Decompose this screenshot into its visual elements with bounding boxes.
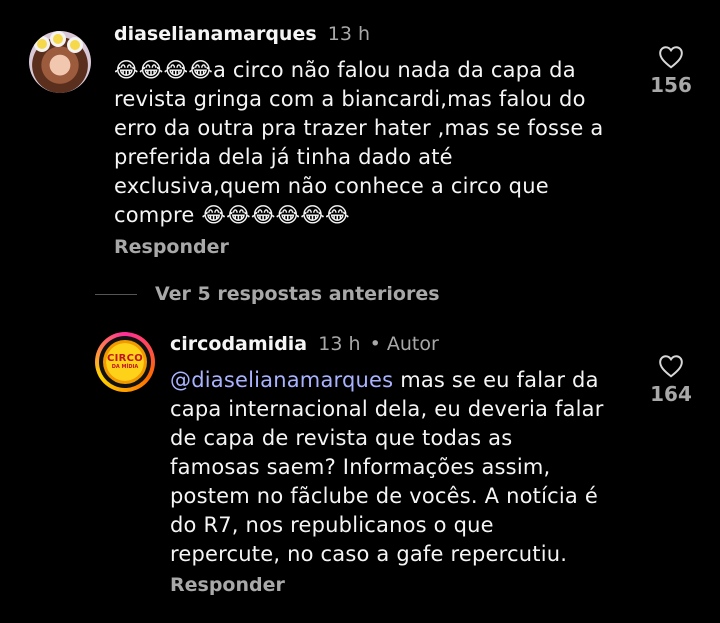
heart-outline-icon[interactable] — [650, 354, 692, 378]
comment-line: de capa de revista que todas as — [170, 426, 513, 450]
avatar[interactable] — [29, 31, 91, 93]
divider — [95, 293, 137, 295]
circo-logo: CIRCO DA MÍDIA — [103, 340, 147, 384]
comment-line: do R7, nos republicanos o que — [170, 513, 494, 537]
username[interactable]: circodamidia — [170, 333, 307, 355]
flower-decoration — [70, 40, 80, 50]
avatar-inner: CIRCO DA MÍDIA — [99, 336, 151, 388]
avatar[interactable]: CIRCO DA MÍDIA — [95, 332, 155, 392]
like-group: 164 — [650, 354, 692, 406]
like-count: 164 — [650, 382, 692, 406]
view-replies-label[interactable]: Ver 5 respostas anteriores — [155, 283, 440, 305]
heart-outline-icon[interactable] — [650, 45, 692, 69]
timestamp: 13 h — [327, 23, 370, 45]
reply-button[interactable]: Responder — [114, 236, 229, 258]
flower-decoration — [37, 39, 47, 49]
comment-line: @diaselianamarques mas se eu falar da — [170, 366, 604, 395]
author-tag: • Autor — [369, 333, 439, 355]
comment-line: postem no fãclube de vocês. A notícia é — [170, 484, 598, 508]
flower-decoration — [53, 34, 63, 44]
comment-line: repercute, no caso a gafe repercutiu. — [170, 542, 568, 566]
username[interactable]: diaselianamarques — [114, 23, 317, 45]
logo-text: CIRCO — [106, 353, 144, 364]
comment-line: preferida dela já tinha dado até — [114, 145, 453, 169]
comment-header: circodamidia 13 h • Autor — [170, 333, 439, 355]
timestamp: 13 h — [318, 333, 361, 355]
comment-line: revista gringa com a biancardi,mas falou… — [114, 87, 586, 111]
comment-line: compre 😂😂😂😂😂😂 — [114, 203, 350, 227]
view-replies-toggle[interactable]: Ver 5 respostas anteriores — [95, 283, 440, 305]
comment-line: erro da outra pra trazer hater ,mas se f… — [114, 116, 604, 140]
comment-text: @diaselianamarques mas se eu falar da ca… — [170, 366, 604, 569]
comment-text: 😂😂😂😂a circo não falou nada da capa da re… — [114, 56, 603, 230]
comment-header: diaselianamarques 13 h — [114, 23, 370, 45]
reply-button[interactable]: Responder — [170, 574, 285, 596]
logo-subtext: DA MÍDIA — [111, 364, 139, 370]
like-group: 156 — [650, 45, 692, 97]
comment-line: 😂😂😂😂a circo não falou nada da capa da — [114, 58, 576, 82]
comment-line: exclusiva,quem não conhece a circo que — [114, 174, 549, 198]
mention-link[interactable]: @diaselianamarques — [170, 368, 393, 392]
comment-line: famosas saem? Informações assim, — [170, 455, 551, 479]
comment-line: capa internacional dela, eu deveria fala… — [170, 397, 604, 421]
comment-line-text: mas se eu falar da — [393, 368, 599, 392]
like-count: 156 — [650, 73, 692, 97]
